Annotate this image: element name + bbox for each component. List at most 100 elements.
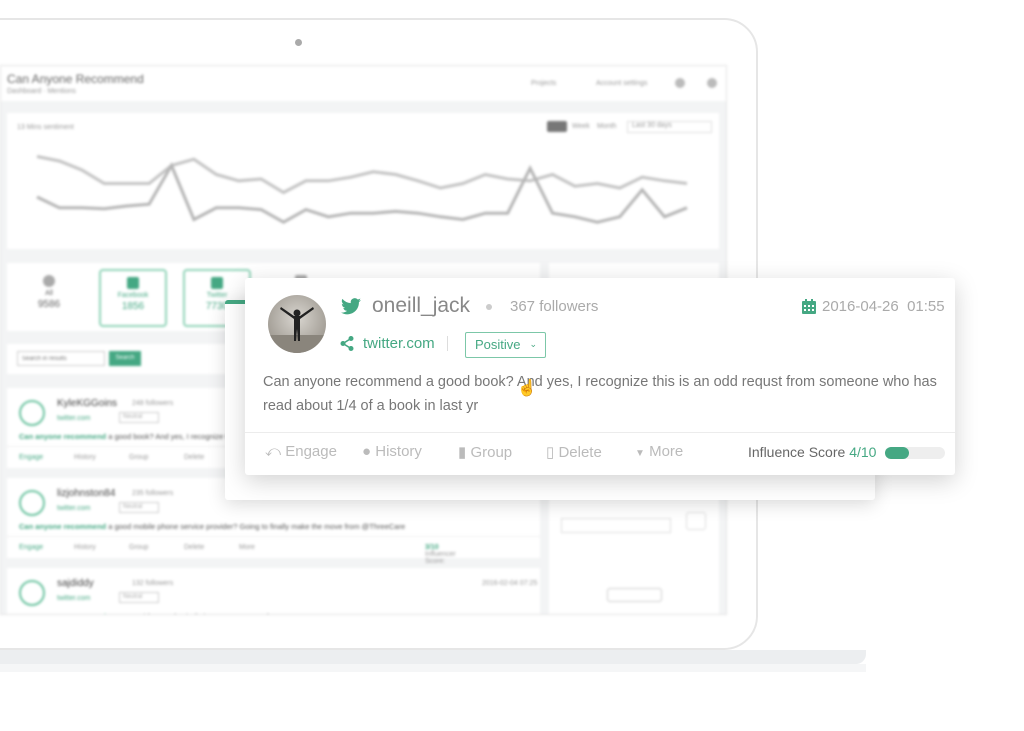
chart-series-line xyxy=(36,155,688,195)
post-date: 2016-02-04 07:25 xyxy=(482,580,538,587)
stat-all[interactable]: All 9586 xyxy=(15,269,83,327)
separator-dot xyxy=(486,304,492,310)
help-icon[interactable] xyxy=(675,78,685,88)
post-score: Influencer Score: 3/10 xyxy=(425,544,456,565)
history-button[interactable]: ● History xyxy=(362,443,422,460)
avatar xyxy=(268,295,326,353)
user-icon[interactable] xyxy=(707,78,717,88)
post-source[interactable]: twitter.com xyxy=(57,505,90,512)
delete-button[interactable]: ▯ Delete xyxy=(546,443,602,461)
post-followers: 248 followers xyxy=(132,400,174,407)
group-button[interactable]: ▮ Group xyxy=(458,443,512,461)
reply-icon: ⤺ xyxy=(265,443,282,460)
post-username[interactable]: lizjohnston84 xyxy=(57,488,115,499)
post-body: a good mobile phone service provider? Go… xyxy=(106,522,406,531)
post-action-history[interactable]: History xyxy=(74,544,96,551)
post-action-more[interactable]: More xyxy=(239,544,255,551)
search-input[interactable] xyxy=(17,351,105,366)
twitter-icon xyxy=(211,277,223,289)
group-label: Group xyxy=(470,444,513,461)
post-followers: 132 followers xyxy=(132,580,174,587)
post-source[interactable]: twitter.com xyxy=(57,415,90,422)
engage-button[interactable]: ⤺ Engage xyxy=(265,443,337,460)
stat-count: 1856 xyxy=(121,301,145,312)
influence-label: Influence Score xyxy=(748,444,846,460)
influence-bar-fill xyxy=(885,447,909,459)
bookmark-icon: ▮ xyxy=(458,444,467,461)
sentiment-line-chart xyxy=(36,155,688,224)
avatar xyxy=(19,490,45,516)
chart-range-select[interactable]: Last 30 days xyxy=(627,121,712,133)
source-link[interactable]: twitter.com xyxy=(363,335,435,352)
stat-label: Twitter xyxy=(206,292,228,299)
influence-bar xyxy=(885,447,945,459)
post-sentiment-select[interactable]: Neutral xyxy=(119,592,159,603)
chart-title: 13 Mins sentiment xyxy=(17,124,74,131)
chevron-down-icon: ⌄ xyxy=(529,339,537,349)
avatar xyxy=(19,580,45,606)
chart-week-button[interactable]: Week xyxy=(572,123,590,130)
post-highlight: Can anyone recommend xyxy=(19,432,107,441)
twitter-icon xyxy=(341,298,361,315)
post-username[interactable]: KyleKGGoins xyxy=(57,398,117,409)
post-action-engage[interactable]: Engage xyxy=(19,544,43,551)
sidebar-input[interactable] xyxy=(561,518,671,533)
post-source[interactable]: twitter.com xyxy=(57,595,90,602)
nav-account-settings[interactable]: Account settings xyxy=(596,80,647,87)
post-action-group[interactable]: Group xyxy=(129,454,148,461)
sentiment-chart-panel: 13 Mins sentiment Week Month Last 30 day… xyxy=(7,113,719,249)
laptop-base-shadow xyxy=(0,664,866,672)
calendar-icon xyxy=(802,299,816,314)
stat-facebook[interactable]: Facebook 1856 xyxy=(99,269,167,327)
post-followers: 235 followers xyxy=(132,490,174,497)
post-sentiment-select[interactable]: Neutral xyxy=(119,412,159,423)
post-action-delete[interactable]: Delete xyxy=(184,544,204,551)
camera xyxy=(295,39,302,46)
divider xyxy=(447,336,448,351)
post-text: Can anyone recommend a good book? And ye… xyxy=(263,374,937,414)
share-icon xyxy=(340,336,354,351)
username[interactable]: oneill_jack xyxy=(372,294,470,318)
search-button[interactable]: Search xyxy=(109,351,141,366)
avatar xyxy=(19,400,45,426)
post-text: Can anyone recommend a good mobile phone… xyxy=(19,522,405,531)
breadcrumb: Dashboard · Mentions xyxy=(7,88,76,95)
trash-icon: ▯ xyxy=(546,444,555,461)
post-card: sajdiddy 132 followers twitter.com Neutral C… xyxy=(7,568,540,614)
laptop-base xyxy=(0,650,866,664)
stat-count: 9586 xyxy=(37,299,61,310)
time: 01:55 xyxy=(907,298,945,315)
sentiment-value: Positive xyxy=(475,337,521,352)
influence-score: Influence Score 4/10 xyxy=(748,444,876,460)
sidebar-add-button[interactable] xyxy=(686,512,706,530)
post-action-engage[interactable]: Engage xyxy=(19,454,43,461)
follower-count: 367 followers xyxy=(510,298,599,315)
more-button[interactable]: ▼ More xyxy=(635,443,683,460)
card-divider xyxy=(245,432,955,433)
stat-label: Facebook xyxy=(117,292,149,299)
post-text: Can anyone recommend a good book? And ye… xyxy=(19,432,255,441)
engage-label: Engage xyxy=(285,443,337,460)
facebook-icon xyxy=(127,277,139,289)
post-sentiment-select[interactable]: Neutral xyxy=(119,502,159,513)
chart-month-button[interactable]: Month xyxy=(597,123,616,130)
score-label: Influencer Score: xyxy=(425,551,456,565)
post-highlight: Can anyone recommend xyxy=(19,612,106,614)
app-header: Can Anyone Recommend Dashboard · Mention… xyxy=(1,66,726,101)
history-label: History xyxy=(375,443,422,460)
delete-label: Delete xyxy=(558,444,602,461)
influence-value: 4/10 xyxy=(849,444,877,460)
post-action-delete[interactable]: Delete xyxy=(184,454,204,461)
nav-projects[interactable]: Projects xyxy=(531,80,556,87)
more-label: More xyxy=(649,443,684,460)
globe-icon xyxy=(43,275,55,287)
post-action-group[interactable]: Group xyxy=(129,544,148,551)
post-username[interactable]: sajdiddy xyxy=(57,578,94,589)
sentiment-select[interactable]: Positive ⌄ xyxy=(465,332,546,358)
caret-down-icon: ▼ xyxy=(635,448,645,459)
chat-icon: ● xyxy=(362,443,372,460)
sidebar-save-button[interactable] xyxy=(607,588,662,602)
chart-day-button[interactable] xyxy=(547,121,567,132)
score-value: 3/10 xyxy=(425,544,439,551)
post-action-history[interactable]: History xyxy=(74,454,96,461)
